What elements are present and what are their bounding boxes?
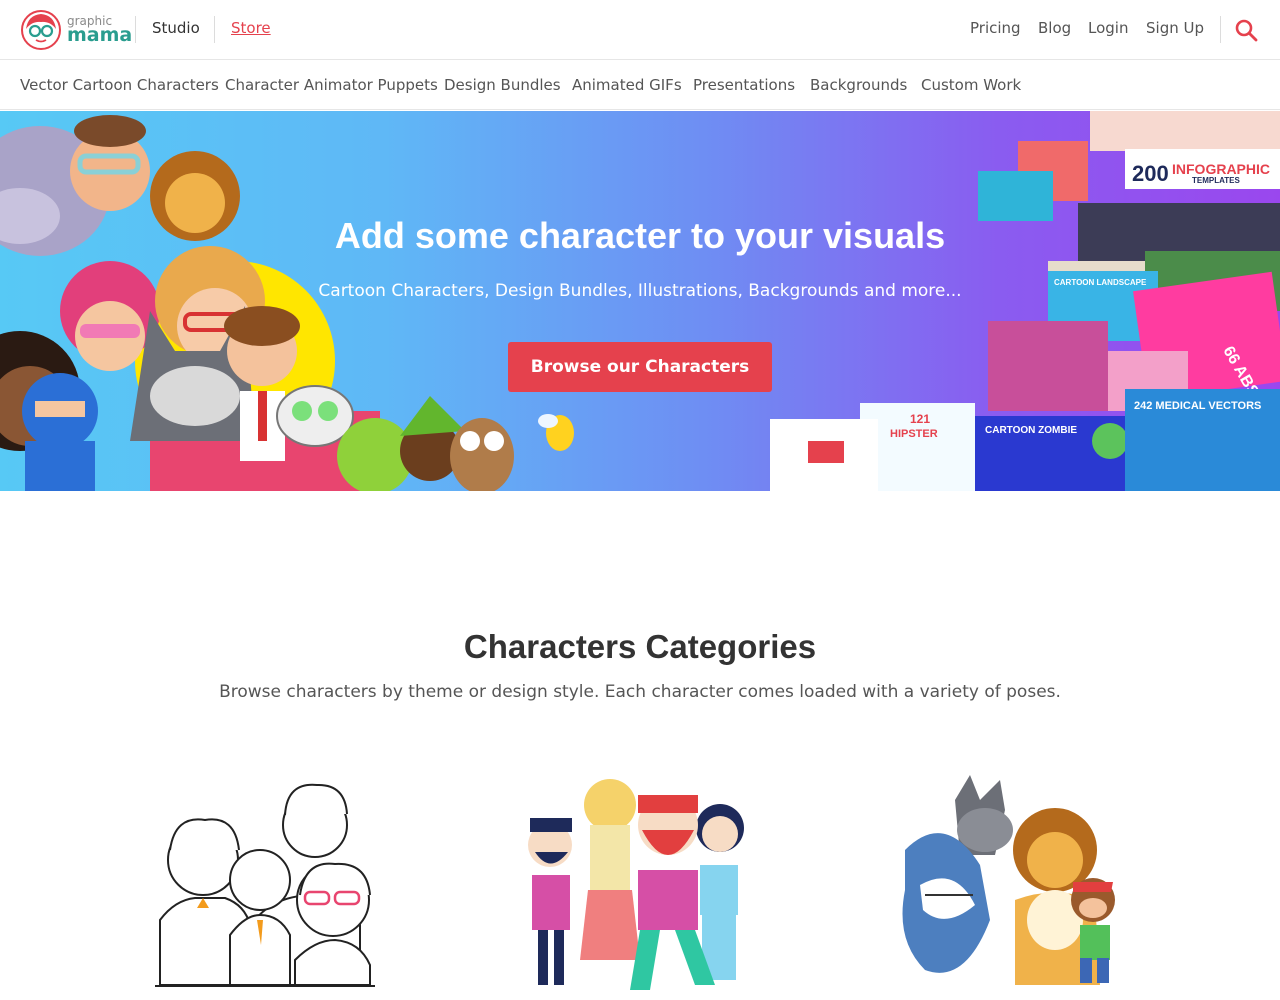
collage-hipster-label: HIPSTER (890, 428, 938, 440)
catnav-custom-work[interactable]: Custom Work (921, 76, 1021, 94)
nav-sign-up[interactable]: Sign Up (1146, 19, 1204, 37)
logo-icon (21, 10, 61, 50)
collage-121-label: 121 (910, 412, 930, 426)
collage-200-label: 200 (1132, 161, 1169, 186)
flat-characters-image (528, 779, 744, 990)
catnav-backgrounds[interactable]: Backgrounds (810, 76, 907, 94)
collage-zombie-label: CARTOON ZOMBIE (985, 425, 1077, 436)
nav-login[interactable]: Login (1088, 19, 1128, 37)
category-card-cartoon-animals[interactable] (885, 770, 1145, 1000)
hero-title: Add some character to your visuals (334, 215, 946, 256)
studio-link[interactable]: Studio (152, 19, 200, 37)
hero-subtitle: Cartoon Characters, Design Bundles, Illu… (318, 281, 962, 301)
store-link[interactable]: Store (231, 19, 271, 37)
category-card-flat-hipster[interactable] (510, 770, 770, 1000)
divider (214, 16, 215, 43)
top-header: graphic mama Studio Store Pricing Blog L… (0, 0, 1280, 60)
logo-big-text: mama (67, 24, 133, 46)
cartoon-animals-image (902, 775, 1115, 985)
catnav-vector-cartoon-characters[interactable]: Vector Cartoon Characters (20, 76, 219, 94)
search-icon[interactable] (1234, 18, 1258, 42)
hero-banner: 200 INFOGRAPHIC TEMPLATES CARTOON LANDSC… (0, 111, 1280, 491)
section-subtitle: Browse characters by theme or design sty… (219, 682, 1061, 702)
category-nav: Vector Cartoon Characters Character Anim… (0, 61, 1280, 110)
collage-infographic-label: INFOGRAPHIC (1172, 161, 1270, 177)
section-title: Characters Categories (463, 628, 817, 665)
divider (1220, 16, 1221, 43)
category-card-line-art[interactable] (135, 770, 395, 1000)
collage-templates-label: TEMPLATES (1192, 176, 1241, 185)
catnav-design-bundles[interactable]: Design Bundles (444, 76, 561, 94)
line-art-characters-image (155, 783, 375, 987)
catnav-animated-gifs[interactable]: Animated GIFs (572, 76, 682, 94)
catnav-presentations[interactable]: Presentations (693, 76, 795, 94)
logo-link[interactable]: graphic mama (20, 9, 132, 51)
nav-pricing[interactable]: Pricing (970, 19, 1021, 37)
browse-characters-button[interactable]: Browse our Characters (508, 342, 772, 392)
catnav-character-animator-puppets[interactable]: Character Animator Puppets (225, 76, 438, 94)
divider (135, 16, 136, 43)
nav-blog[interactable]: Blog (1038, 19, 1071, 37)
collage-medical-label: 242 MEDICAL VECTORS (1134, 400, 1261, 412)
characters-collage-image (0, 115, 574, 491)
products-collage-image: 200 INFOGRAPHIC TEMPLATES CARTOON LANDSC… (770, 111, 1280, 491)
